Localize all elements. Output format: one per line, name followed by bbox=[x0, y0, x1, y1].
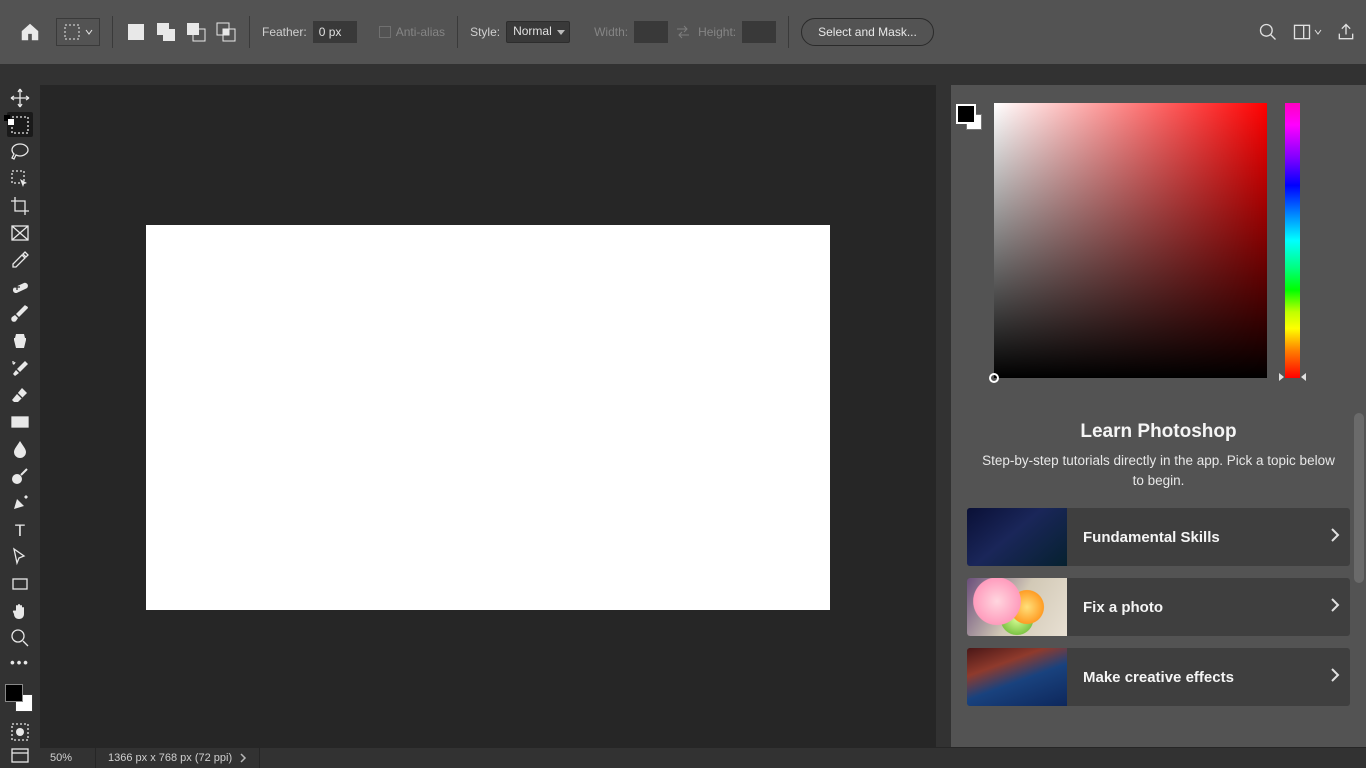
eraser-tool[interactable] bbox=[7, 382, 33, 407]
hand-tool[interactable] bbox=[7, 598, 33, 623]
chevron-right-icon bbox=[1320, 527, 1350, 548]
workspace-icon bbox=[1292, 22, 1312, 42]
anti-alias-option: Anti-alias bbox=[379, 25, 445, 39]
learn-thumb bbox=[967, 578, 1067, 636]
foreground-color-chip[interactable] bbox=[956, 104, 976, 124]
feather-input[interactable] bbox=[313, 21, 357, 43]
learn-heading: Learn Photoshop bbox=[967, 421, 1350, 443]
zoom-tool[interactable] bbox=[7, 625, 33, 650]
learn-thumb bbox=[967, 648, 1067, 706]
crop-tool[interactable] bbox=[7, 193, 33, 218]
clone-stamp-tool[interactable] bbox=[7, 328, 33, 353]
workspace-switcher[interactable] bbox=[1292, 22, 1322, 42]
color-panel bbox=[951, 85, 1366, 405]
history-brush-tool[interactable] bbox=[7, 355, 33, 380]
top-right-icons bbox=[1258, 22, 1356, 42]
selection-add[interactable] bbox=[155, 21, 177, 43]
height-label: Height: bbox=[698, 25, 736, 39]
hue-slider[interactable] bbox=[1285, 103, 1300, 378]
pen-tool[interactable] bbox=[7, 490, 33, 515]
screen-mode-button[interactable] bbox=[7, 746, 33, 766]
foreground-color-swatch[interactable] bbox=[5, 684, 23, 702]
tool-preset-button[interactable] bbox=[56, 18, 100, 46]
default-colors-button[interactable] bbox=[4, 115, 14, 125]
dodge-tool[interactable] bbox=[7, 463, 33, 488]
right-panels: Learn Photoshop Step-by-step tutorials d… bbox=[951, 85, 1366, 747]
learn-card-title: Make creative effects bbox=[1067, 669, 1320, 686]
selection-subtract[interactable] bbox=[185, 21, 207, 43]
chevron-right-icon bbox=[1320, 597, 1350, 618]
type-tool[interactable]: T bbox=[7, 517, 33, 542]
zoom-level[interactable]: 50% bbox=[40, 748, 96, 768]
height-input bbox=[742, 21, 776, 43]
home-icon bbox=[19, 21, 41, 43]
separator bbox=[249, 16, 250, 48]
learn-card-fix-a-photo[interactable]: Fix a photo bbox=[967, 578, 1350, 636]
foreground-background-swatches[interactable] bbox=[5, 684, 35, 714]
chevron-down-icon bbox=[1314, 28, 1322, 36]
marquee-icon bbox=[63, 23, 81, 41]
lasso-tool[interactable] bbox=[7, 139, 33, 164]
frame-tool[interactable] bbox=[7, 220, 33, 245]
status-bar: 50% 1366 px x 768 px (72 ppi) bbox=[40, 747, 1366, 768]
canvas-area[interactable] bbox=[40, 85, 936, 747]
path-selection-tool[interactable] bbox=[7, 544, 33, 569]
learn-002dthumb bbox=[967, 508, 1067, 566]
quick-selection-tool[interactable] bbox=[7, 166, 33, 191]
width-input bbox=[634, 21, 668, 43]
selection-intersect[interactable] bbox=[215, 21, 237, 43]
edit-toolbar-button[interactable]: ••• bbox=[7, 652, 33, 672]
learn-card-title: Fundamental Skills bbox=[1067, 529, 1320, 546]
hue-thumb-icon bbox=[1301, 373, 1306, 381]
saturation-value-picker[interactable] bbox=[994, 103, 1267, 378]
style-label: Style: bbox=[470, 25, 500, 39]
learn-card-creative-effects[interactable]: Make creative effects bbox=[967, 648, 1350, 706]
hue-thumb-icon bbox=[1279, 373, 1284, 381]
document-dimensions[interactable]: 1366 px x 768 px (72 ppi) bbox=[96, 748, 260, 768]
learn-subheading: Step-by-step tutorials directly in the a… bbox=[967, 451, 1350, 490]
svg-text:T: T bbox=[15, 521, 25, 540]
learn-panel: Learn Photoshop Step-by-step tutorials d… bbox=[951, 405, 1366, 747]
separator bbox=[457, 16, 458, 48]
move-tool[interactable] bbox=[7, 85, 33, 110]
chevron-down-icon bbox=[85, 28, 93, 36]
chevron-right-icon bbox=[240, 753, 247, 763]
scrollbar-thumb[interactable] bbox=[1354, 413, 1364, 583]
learn-card-fundamental-skills[interactable]: Fundamental Skills bbox=[967, 508, 1350, 566]
color-panel-swatches[interactable] bbox=[956, 104, 986, 134]
gradient-tool[interactable] bbox=[7, 409, 33, 434]
blur-tool[interactable] bbox=[7, 436, 33, 461]
swap-dimensions-icon bbox=[674, 23, 692, 41]
rectangle-tool[interactable] bbox=[7, 571, 33, 596]
share-icon[interactable] bbox=[1336, 22, 1356, 42]
options-bar: Feather: Anti-alias Style: Normal Width:… bbox=[0, 0, 1366, 64]
width-label: Width: bbox=[594, 25, 628, 39]
chevron-right-icon bbox=[1320, 667, 1350, 688]
sv-cursor-icon bbox=[989, 373, 999, 383]
selection-new[interactable] bbox=[125, 21, 147, 43]
select-and-mask-button[interactable]: Select and Mask... bbox=[801, 18, 934, 46]
home-button[interactable] bbox=[10, 12, 50, 52]
artboard[interactable] bbox=[146, 225, 830, 610]
brush-tool[interactable] bbox=[7, 301, 33, 326]
eyedropper-tool[interactable] bbox=[7, 247, 33, 272]
screen-mode-tools bbox=[0, 722, 40, 768]
separator bbox=[788, 16, 789, 48]
selection-mode-group bbox=[125, 21, 237, 43]
search-icon[interactable] bbox=[1258, 22, 1278, 42]
style-select[interactable]: Normal bbox=[506, 21, 570, 43]
learn-card-title: Fix a photo bbox=[1067, 599, 1320, 616]
quick-mask-toggle[interactable] bbox=[7, 722, 33, 742]
feather-label: Feather: bbox=[262, 25, 307, 39]
tools-panel: T ••• bbox=[0, 85, 40, 714]
checkbox-icon bbox=[379, 26, 391, 38]
separator bbox=[112, 16, 113, 48]
healing-brush-tool[interactable] bbox=[7, 274, 33, 299]
